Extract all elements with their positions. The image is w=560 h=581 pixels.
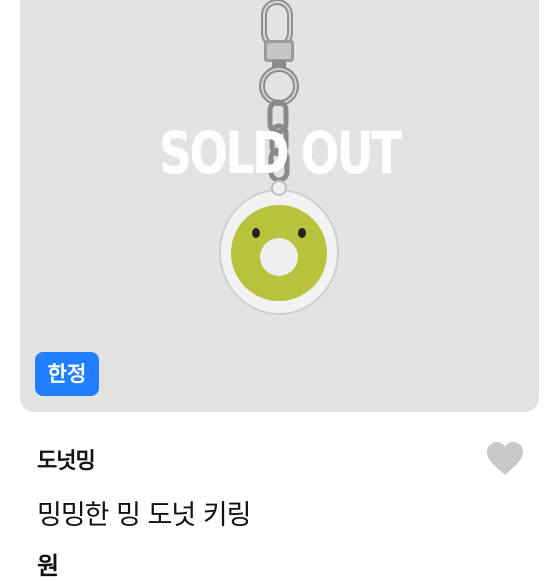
limited-badge: 한정 — [35, 352, 99, 396]
heart-icon — [487, 442, 523, 475]
donut-charm — [219, 180, 339, 315]
product-title-link[interactable]: 밍밍한 밍 도넛 키링 — [37, 493, 251, 532]
keyring-clasp — [259, 0, 299, 106]
sold-out-overlay: SOLD OUT — [159, 119, 402, 187]
donut-keyring-image — [219, 0, 339, 315]
price-text: 원 — [37, 552, 59, 580]
product-image[interactable]: SOLD OUT 한정 — [20, 0, 539, 412]
store-name-link[interactable]: 도넛밍 — [37, 443, 96, 475]
wishlist-button[interactable] — [485, 441, 525, 477]
